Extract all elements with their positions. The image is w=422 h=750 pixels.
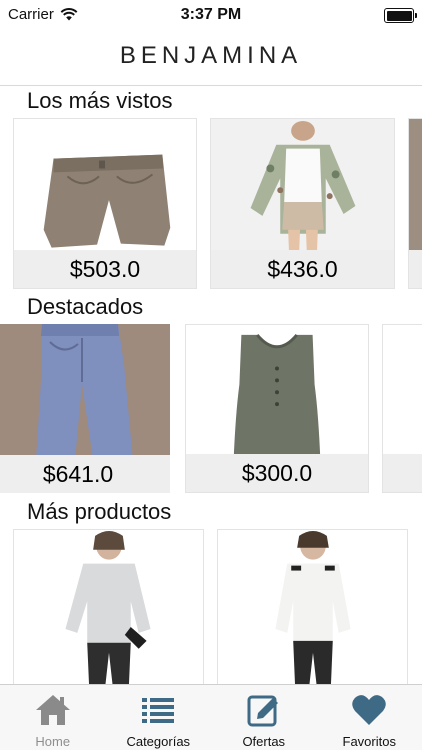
tab-home[interactable]: Home bbox=[0, 685, 106, 750]
product-card[interactable]: $300.0 bbox=[185, 324, 369, 493]
product-card[interactable]: $503.0 bbox=[13, 118, 197, 289]
product-price-band bbox=[383, 454, 422, 492]
status-time: 3:37 PM bbox=[180, 6, 242, 23]
heart-icon bbox=[352, 695, 387, 725]
battery-icon bbox=[384, 8, 417, 23]
product-card[interactable]: $641.0 bbox=[0, 324, 170, 493]
list-icon bbox=[142, 698, 175, 723]
product-card[interactable] bbox=[217, 529, 408, 684]
pencil-icon bbox=[247, 695, 278, 727]
product-price-band bbox=[409, 250, 422, 288]
featured-carousel[interactable]: $641.0 $300.0 bbox=[0, 324, 422, 494]
home-icon bbox=[35, 695, 70, 725]
tab-label: Home bbox=[35, 734, 71, 749]
tab-offers[interactable]: Ofertas bbox=[211, 685, 317, 750]
product-card-partial[interactable] bbox=[382, 324, 422, 493]
product-image-grey-sweater-outfit bbox=[14, 530, 203, 684]
product-price: $300.0 bbox=[186, 454, 368, 492]
status-bar: Carrier 3:37 PM bbox=[0, 0, 422, 32]
tab-categories[interactable]: Categorías bbox=[106, 685, 212, 750]
more-products-grid bbox=[0, 529, 422, 684]
navigation-bar: BENJAMINA bbox=[0, 32, 422, 86]
section-title-most-viewed: Los más vistos bbox=[27, 88, 173, 113]
tab-bar: Home Categorías Ofertas Favoritos bbox=[0, 684, 422, 750]
brand-title: BENJAMINA bbox=[119, 42, 303, 69]
product-price: $503.0 bbox=[14, 250, 196, 288]
product-price: $436.0 bbox=[211, 250, 394, 288]
tab-favorites[interactable]: Favoritos bbox=[317, 685, 422, 750]
product-price: $641.0 bbox=[0, 455, 170, 493]
section-title-featured: Destacados bbox=[27, 294, 144, 319]
section-title-more: Más productos bbox=[27, 499, 172, 524]
tab-label: Categorías bbox=[126, 734, 191, 749]
most-viewed-carousel[interactable]: $503.0 $436.0 bbox=[0, 118, 422, 290]
tab-label: Ofertas bbox=[242, 734, 286, 749]
tab-label: Favoritos bbox=[342, 734, 396, 749]
product-card-partial[interactable] bbox=[408, 118, 422, 289]
product-image-white-blouse-outfit bbox=[218, 530, 407, 684]
product-card[interactable]: $436.0 bbox=[210, 118, 395, 289]
product-card[interactable] bbox=[13, 529, 204, 684]
